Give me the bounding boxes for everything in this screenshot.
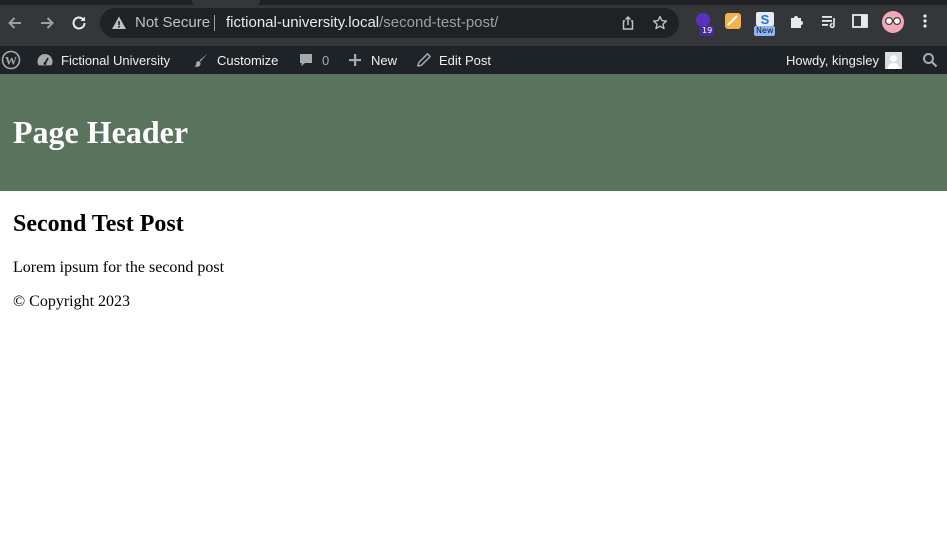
share-icon[interactable] bbox=[619, 14, 637, 32]
paintbrush-icon bbox=[194, 53, 208, 67]
bookmark-star-icon[interactable] bbox=[651, 14, 669, 32]
svg-text:S: S bbox=[761, 12, 770, 27]
back-arrow-icon[interactable] bbox=[3, 11, 27, 35]
comment-bubble-icon bbox=[300, 54, 312, 66]
url-host: fictional-university.local bbox=[226, 14, 380, 31]
post-body: Lorem ipsum for the second post bbox=[13, 259, 225, 276]
omnibox-divider bbox=[214, 15, 215, 31]
howdy-label: Howdy, kingsley bbox=[786, 52, 879, 68]
pencil-icon bbox=[417, 53, 431, 67]
url-path: /second-test-post/ bbox=[379, 14, 499, 31]
extension-badge: 19 bbox=[700, 26, 715, 36]
extension-badge: New bbox=[754, 26, 776, 36]
post-title: Second Test Post bbox=[13, 211, 184, 237]
site-name-link[interactable]: Fictional University bbox=[36, 46, 170, 74]
new-label: New bbox=[371, 52, 398, 68]
plus-icon bbox=[349, 54, 361, 66]
search-icon[interactable] bbox=[922, 46, 938, 74]
active-tab[interactable] bbox=[192, 0, 260, 5]
puzzle-icon[interactable] bbox=[788, 12, 808, 32]
tab-strip bbox=[0, 0, 947, 5]
extension-notes-icon[interactable] bbox=[724, 12, 744, 32]
more-menu-icon[interactable] bbox=[916, 12, 936, 32]
new-content-link[interactable]: New bbox=[348, 46, 397, 74]
customize-label: Customize bbox=[217, 52, 279, 68]
my-account-link[interactable]: Howdy, kingsley bbox=[786, 46, 902, 74]
reload-icon[interactable] bbox=[67, 11, 91, 35]
address-bar[interactable]: Not Secure fictional-university.local/se… bbox=[100, 8, 679, 38]
url-text[interactable]: fictional-university.local/second-test-p… bbox=[226, 14, 498, 31]
extension-s-icon[interactable]: S New bbox=[754, 12, 776, 36]
warning-icon[interactable] bbox=[111, 15, 127, 31]
forward-arrow-icon[interactable] bbox=[35, 11, 59, 35]
footer-copyright: © Copyright 2023 bbox=[13, 293, 131, 310]
edit-post-link[interactable]: Edit Post bbox=[416, 46, 491, 74]
browser-toolbar: Not Secure fictional-university.local/se… bbox=[0, 0, 947, 46]
page-header-title: Page Header bbox=[13, 114, 189, 150]
wordpress-logo-icon[interactable]: W bbox=[1, 46, 21, 74]
comments-count: 0 bbox=[322, 52, 330, 68]
customize-link[interactable]: Customize bbox=[193, 46, 278, 74]
site-name-label: Fictional University bbox=[61, 52, 171, 68]
wp-admin-bar: W Fictional University Customize 0 New E… bbox=[0, 46, 947, 74]
user-avatar-icon bbox=[884, 51, 902, 69]
extension-purple-icon[interactable]: 19 bbox=[694, 12, 715, 36]
page-header-banner: Page Header bbox=[0, 74, 947, 191]
edit-post-label: Edit Post bbox=[439, 52, 492, 68]
reading-list-icon[interactable] bbox=[820, 12, 840, 32]
svg-text:W: W bbox=[5, 54, 17, 68]
profile-avatar[interactable] bbox=[882, 11, 904, 33]
comments-link[interactable]: 0 bbox=[298, 46, 329, 74]
dashboard-gauge-icon bbox=[37, 54, 53, 66]
side-panel-icon[interactable] bbox=[851, 12, 871, 32]
security-label[interactable]: Not Secure bbox=[135, 14, 210, 31]
